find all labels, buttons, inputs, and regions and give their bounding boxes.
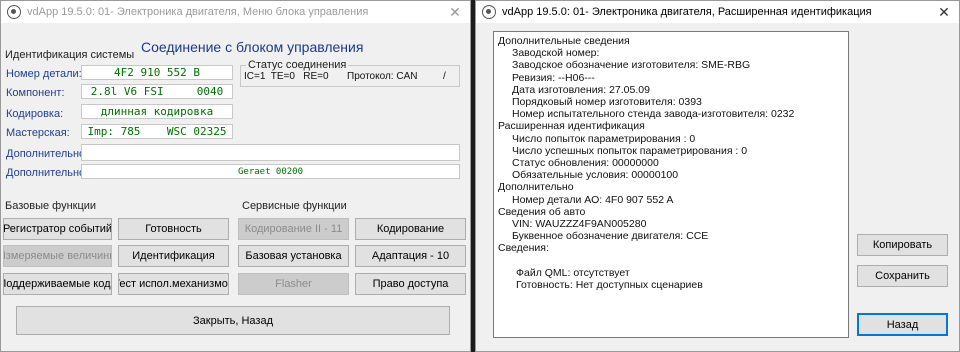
ident-line: Обязательные условия: 00000100 — [512, 169, 679, 182]
basic-functions-label: Базовые функции — [5, 200, 97, 212]
ident-line: Готовность: Нет доступных сценариев — [516, 278, 703, 291]
coding-ii-button[interactable]: Кодирование II - 11 — [238, 218, 349, 240]
ident-line: Дата изготовления: 27.05.09 — [512, 83, 650, 96]
ident-line: Число успешных попыток параметрирования … — [512, 144, 748, 157]
extended-identification-window: vdApp 19.5.0: 01- Электроника двигателя,… — [475, 0, 960, 352]
service-functions-label: Сервисные функции — [242, 200, 347, 212]
app-icon — [7, 5, 21, 19]
back-button[interactable]: Назад — [857, 313, 948, 336]
adaptation-button[interactable]: Адаптация - 10 — [355, 245, 466, 267]
ident-line: Буквенное обозначение двигателя: CCE — [512, 230, 709, 243]
additional-value-2: Geraet 00200 — [81, 164, 460, 179]
ident-line: Порядковый номер изготовителя: 0393 — [512, 96, 702, 109]
right-titlebar: vdApp 19.5.0: 01- Электроника двигателя,… — [476, 1, 959, 23]
basic-settings-button[interactable]: Базовая установка — [238, 245, 349, 267]
control-unit-menu-window: vdApp 19.5.0: 01- Электроника двигателя,… — [0, 0, 471, 352]
ident-line: Статус обновления: 00000000 — [512, 157, 659, 170]
field-label-component: Компонент: — [6, 87, 65, 99]
field-label-workshop: Мастерская: — [6, 127, 70, 139]
field-label-additional-1: Дополнительно: — [6, 148, 89, 160]
close-back-button[interactable]: Закрыть, Назад — [16, 306, 450, 335]
ident-line: Заводское обозначение изготовителя: SME-… — [512, 59, 751, 72]
copy-button[interactable]: Копировать — [857, 234, 948, 256]
field-label-additional-2: Дополнительно: — [6, 167, 89, 179]
ident-section-heading: Дополнительные сведения — [498, 35, 630, 47]
measured-values-button[interactable]: Измеряемые величины — [3, 245, 112, 267]
left-window-title: vdApp 19.5.0: 01- Электроника двигателя,… — [27, 6, 369, 18]
readiness-button[interactable]: Готовность — [118, 218, 229, 240]
ident-line: Число попыток параметрирования : 0 — [512, 132, 696, 145]
ident-line: Ревизия: --H06--- — [512, 71, 595, 84]
component-value: 2.8l V6 FSI 0040 — [81, 84, 233, 99]
access-rights-button[interactable]: Право доступа — [355, 273, 466, 295]
field-label-part-number: Номер детали: — [6, 68, 82, 80]
app-icon — [482, 5, 496, 19]
connection-status-title: Статус соединения — [246, 59, 349, 71]
ident-line: Файл QML: отсутствует — [516, 266, 630, 279]
supported-codes-button[interactable]: Поддерживаемые кода — [3, 273, 112, 295]
ident-line: Номер детали АО: 4F0 907 552 A — [512, 193, 674, 206]
ident-section-heading — [498, 255, 844, 267]
workshop-value: Imp: 785 WSC 02325 — [81, 124, 233, 139]
right-window-title: vdApp 19.5.0: 01- Электроника двигателя,… — [502, 6, 872, 18]
identification-button[interactable]: Идентификация — [118, 245, 229, 267]
additional-value-1 — [81, 144, 460, 161]
actuator-test-button[interactable]: Тест испол.механизмов — [118, 273, 229, 295]
ident-section-heading: Дополнительно — [498, 181, 574, 194]
ident-line: Заводской номер: — [512, 47, 600, 60]
left-titlebar: vdApp 19.5.0: 01- Электроника двигателя,… — [1, 1, 470, 23]
connection-title: Соединение с блоком управления — [141, 39, 364, 55]
close-icon[interactable]: ✕ — [933, 2, 955, 22]
save-button[interactable]: Сохранить — [857, 265, 948, 287]
connection-status-line: IC=1 TE=0 RE=0 — [244, 71, 329, 82]
fault-memory-button[interactable]: Регистратор событий — [3, 218, 112, 240]
field-label-coding: Кодировка: — [6, 108, 64, 120]
connection-protocol: Протокол: CAN — [347, 71, 418, 82]
extended-ident-text[interactable]: Дополнительные сведения Заводской номер: З… — [493, 31, 849, 338]
system-ident-label: Идентификация системы — [5, 49, 135, 61]
ident-line: Номер испытательного стенда завода-изгот… — [512, 108, 795, 121]
ident-section-heading: Сведения об авто — [498, 205, 586, 218]
coding-value: длинная кодировка — [81, 104, 233, 119]
connection-status-slash: / — [443, 71, 446, 82]
close-icon[interactable]: ✕ — [444, 2, 466, 22]
ident-lines: Дополнительные сведения Заводской номер: З… — [498, 35, 844, 291]
ident-line: VIN: WAUZZZ4F9AN005280 — [512, 218, 647, 231]
part-number-value: 4F2 910 552 B — [81, 65, 233, 80]
ident-section-heading: Расширенная идентификация — [498, 120, 645, 133]
flasher-button[interactable]: Flasher — [238, 273, 349, 295]
ident-section-heading: Сведения: — [498, 242, 549, 255]
coding-button[interactable]: Кодирование — [355, 218, 466, 240]
